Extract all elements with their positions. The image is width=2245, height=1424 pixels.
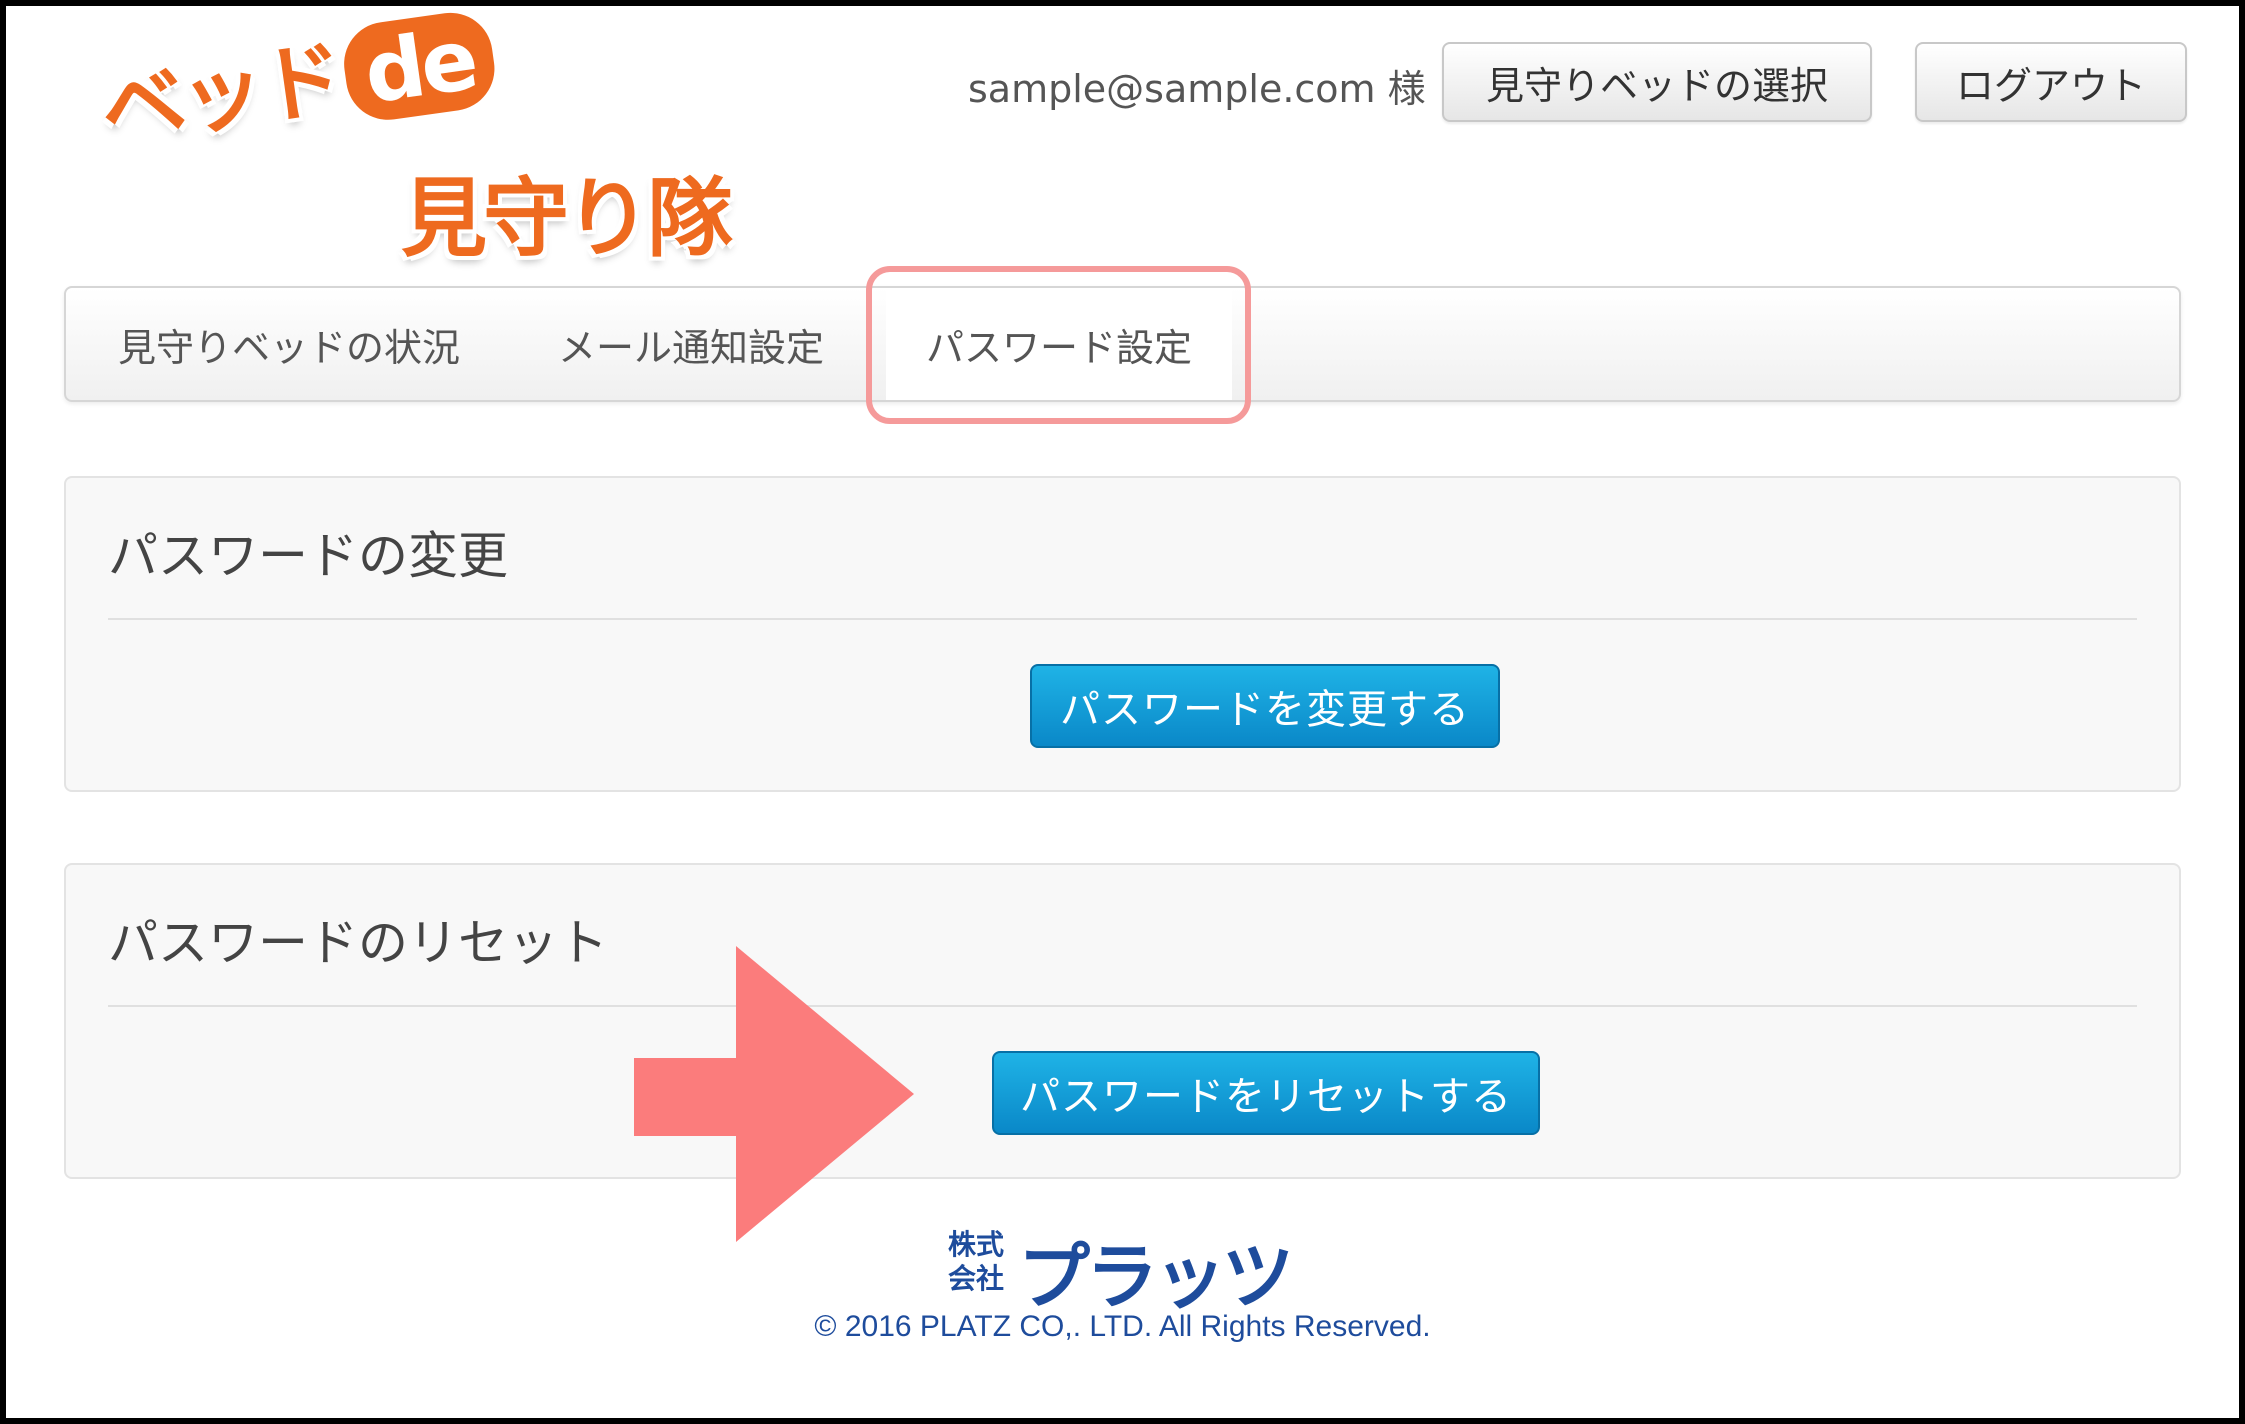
company-logo: 株式 会社 プラッツ bbox=[948, 1224, 1308, 1319]
arrow-right-icon bbox=[634, 946, 914, 1242]
copyright-text: © 2016 PLATZ CO,. LTD. All Rights Reserv… bbox=[814, 1310, 1431, 1343]
user-label: sample@sample.com 様 bbox=[968, 67, 1426, 111]
page: ベッド de 見守り隊 sample@sample.com 様 見守りベッドの選択… bbox=[6, 6, 2239, 1418]
divider bbox=[108, 618, 2137, 620]
company-prefix-bottom: 会社 bbox=[948, 1262, 1005, 1295]
company-prefix-top: 株式 bbox=[948, 1228, 1005, 1261]
company-name: プラッツ bbox=[1018, 1235, 1294, 1319]
divider bbox=[108, 1005, 2137, 1007]
panel-title: パスワードの変更 bbox=[108, 527, 508, 585]
tab-mail-settings[interactable]: メール通知設定 bbox=[558, 288, 824, 400]
logo-text-line1: ベッド bbox=[95, 29, 347, 160]
logout-button[interactable]: ログアウト bbox=[1915, 42, 2187, 122]
reset-password-panel: パスワードのリセット パスワードをリセットする bbox=[64, 863, 2181, 1179]
logo-badge-de: de bbox=[338, 7, 501, 126]
panel-title: パスワードのリセット bbox=[108, 914, 608, 972]
change-password-button[interactable]: パスワードを変更する bbox=[1030, 664, 1500, 748]
reset-password-button[interactable]: パスワードをリセットする bbox=[992, 1051, 1540, 1135]
select-bed-button[interactable]: 見守りベッドの選択 bbox=[1442, 42, 1872, 122]
logo-text-line2: 見守り隊 bbox=[401, 169, 733, 269]
brand-logo[interactable]: ベッド de 見守り隊 bbox=[95, 7, 801, 269]
tab-highlight-annotation bbox=[866, 266, 1251, 424]
change-password-panel: パスワードの変更 パスワードを変更する bbox=[64, 476, 2181, 792]
tab-bed-status[interactable]: 見守りベッドの状況 bbox=[118, 288, 460, 400]
